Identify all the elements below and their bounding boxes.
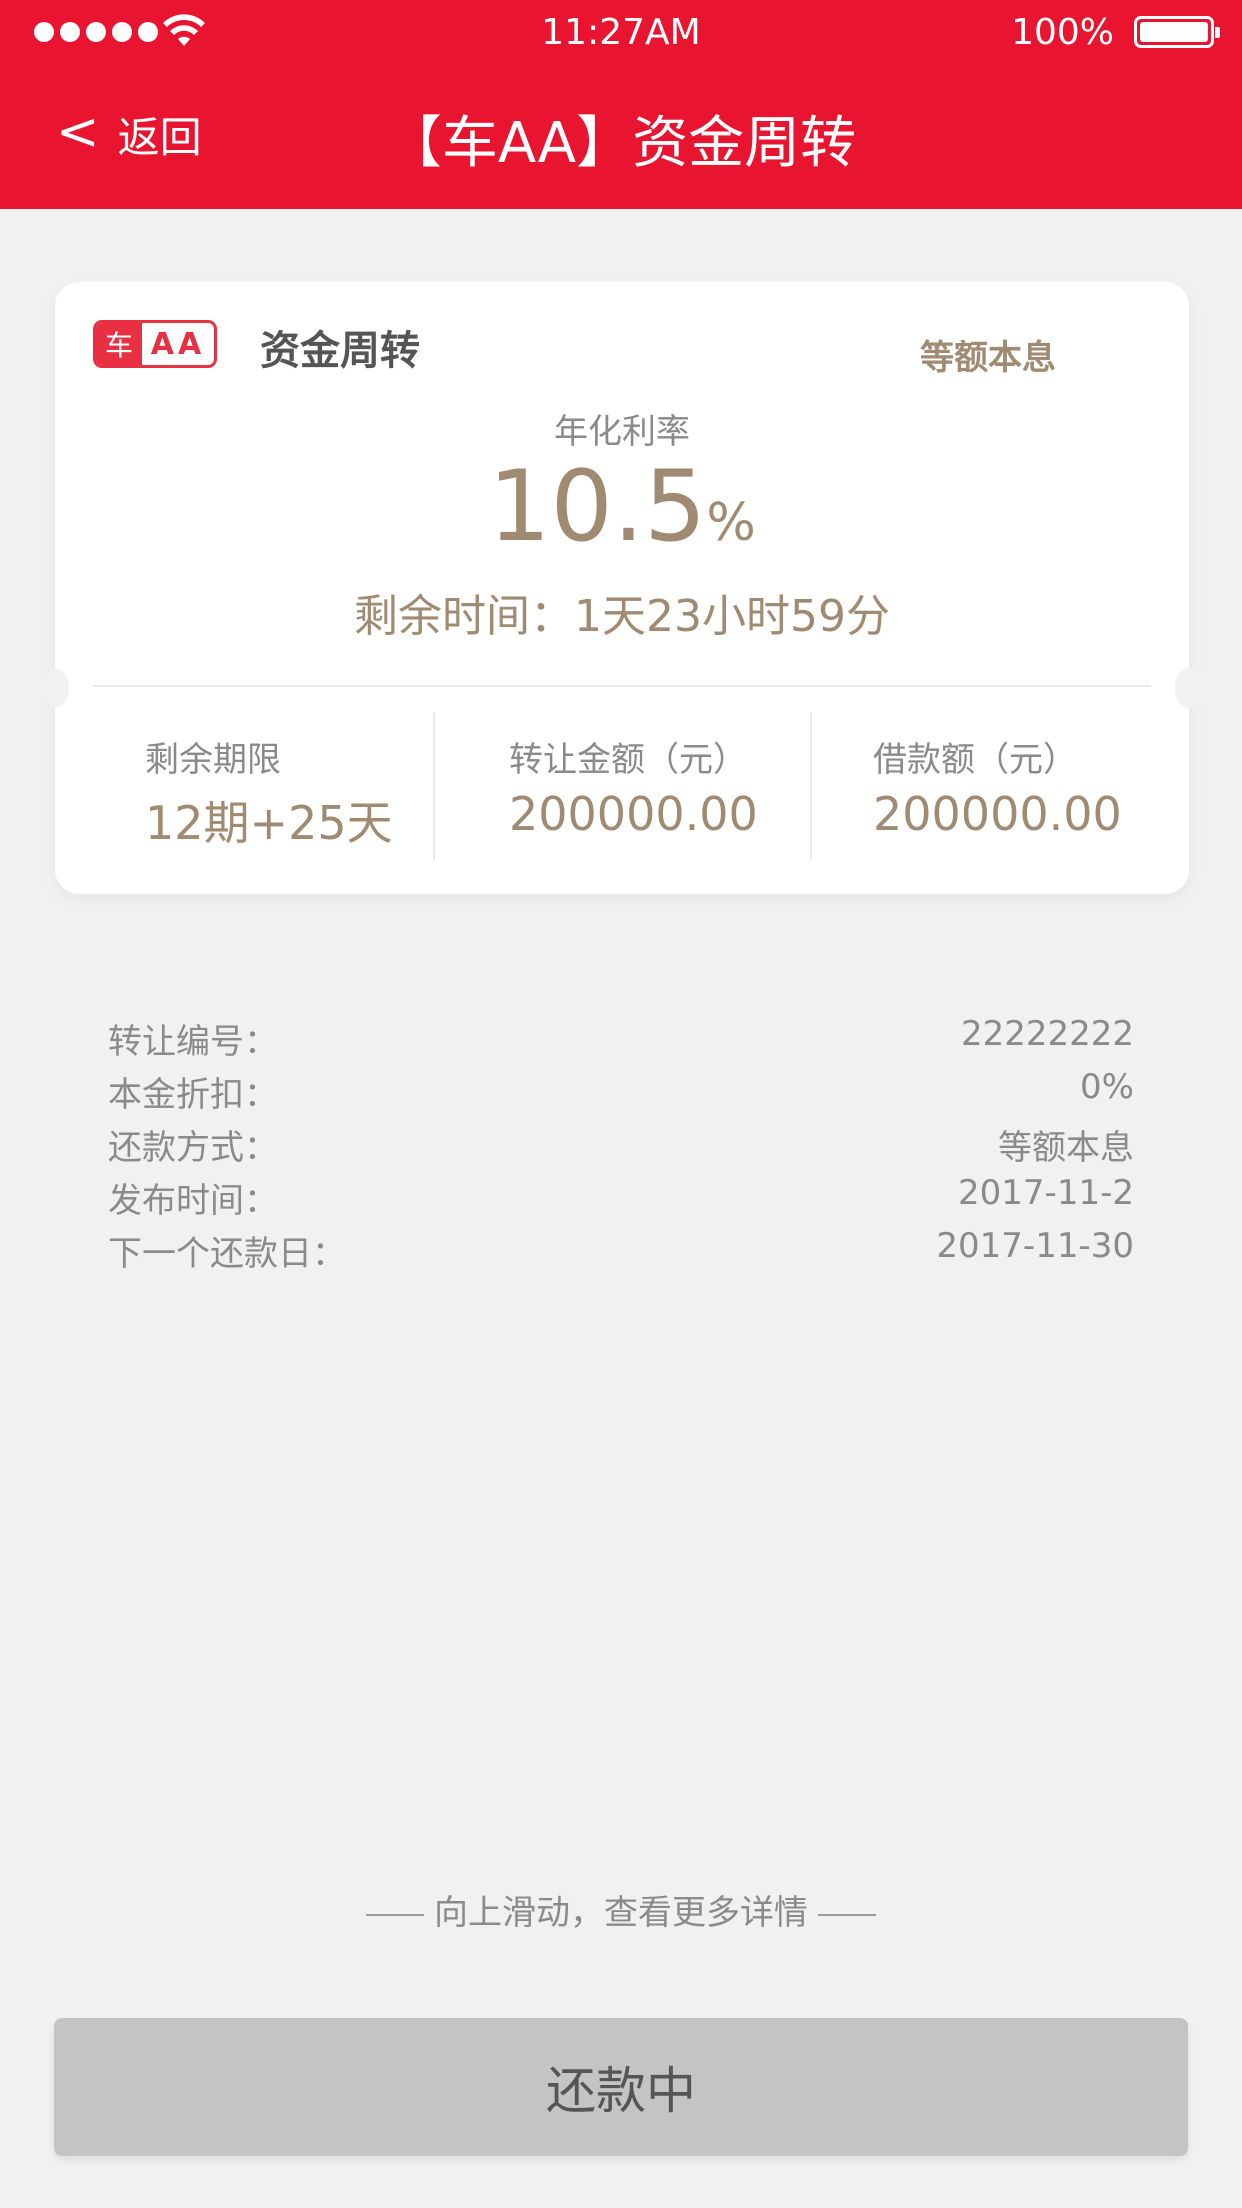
detail-value: 2017-11-2 (958, 1173, 1134, 1213)
stat-label: 剩余期限 (145, 740, 281, 780)
page-title: 【车AA】资金周转 (385, 111, 857, 176)
detail-row-publish-time: 发布时间： 2017-11-2 (108, 1173, 1134, 1226)
car-aa-logo: 车 AA (93, 320, 217, 368)
stat-remaining-term: 剩余期限 12期+25天 (145, 732, 393, 853)
annual-rate: 10.5% (55, 450, 1189, 564)
detail-list: 转让编号： 22222222 本金折扣： 0% 还款方式： 等额本息 发布时间：… (108, 1014, 1134, 1279)
stat-loan-amount: 借款额（元） 200000.00 (873, 732, 1122, 841)
detail-row-transfer-no: 转让编号： 22222222 (108, 1014, 1134, 1067)
status-bar: 11:27AM 100% (0, 0, 1242, 66)
rate-value: 10.5 (488, 450, 707, 564)
logo-aa-text: AA (150, 326, 206, 362)
card-divider (93, 685, 1151, 687)
detail-value: 0% (1080, 1067, 1134, 1107)
logo-car-text: 车 (96, 323, 142, 365)
stat-value: 200000.00 (509, 787, 758, 841)
loan-card[interactable]: 车 AA 资金周转 等额本息 年化利率 10.5% 剩余时间：1天23小时59分… (41, 282, 1203, 894)
stat-value: 200000.00 (873, 787, 1122, 841)
rate-unit: % (706, 493, 756, 553)
hint-line-right (818, 1913, 876, 1916)
detail-label: 转让编号： (108, 1022, 278, 1062)
detail-label: 发布时间： (108, 1181, 278, 1221)
stat-label: 转让金额（元） (509, 740, 747, 780)
stat-separator (810, 712, 812, 860)
battery-percent: 100% (1011, 12, 1114, 53)
card-notch-right (1175, 668, 1203, 708)
hint-line-left (366, 1913, 424, 1916)
detail-row-repay-method: 还款方式： 等额本息 (108, 1120, 1134, 1173)
stat-transfer-amount: 转让金额（元） 200000.00 (509, 732, 758, 841)
repaying-status-button[interactable]: 还款中 (54, 2018, 1188, 2156)
stat-value: 12期+25天 (145, 796, 393, 850)
detail-label: 下一个还款日： (108, 1234, 346, 1274)
scroll-hint-text: 向上滑动，查看更多详情 (434, 1893, 808, 1933)
remaining-time: 剩余时间：1天23小时59分 (354, 591, 890, 642)
stat-label: 借款额（元） (873, 740, 1077, 780)
detail-value: 22222222 (960, 1014, 1134, 1054)
detail-label: 还款方式： (108, 1128, 278, 1168)
detail-row-next-repay-date: 下一个还款日： 2017-11-30 (108, 1226, 1134, 1279)
scroll-hint: 向上滑动，查看更多详情 (0, 1885, 1242, 1934)
product-name: 资金周转 (260, 328, 420, 374)
battery-icon (1134, 16, 1220, 48)
detail-row-discount: 本金折扣： 0% (108, 1067, 1134, 1120)
detail-value: 等额本息 (998, 1128, 1134, 1168)
detail-label: 本金折扣： (108, 1075, 278, 1115)
repay-method-tag: 等额本息 (920, 338, 1056, 378)
detail-value: 2017-11-30 (936, 1226, 1134, 1266)
rate-label: 年化利率 (554, 412, 690, 452)
card-notch-left (41, 668, 69, 708)
stat-separator (433, 712, 435, 860)
header-bar: 11:27AM 100% < 返回 【车AA】资金周转 (0, 0, 1242, 209)
